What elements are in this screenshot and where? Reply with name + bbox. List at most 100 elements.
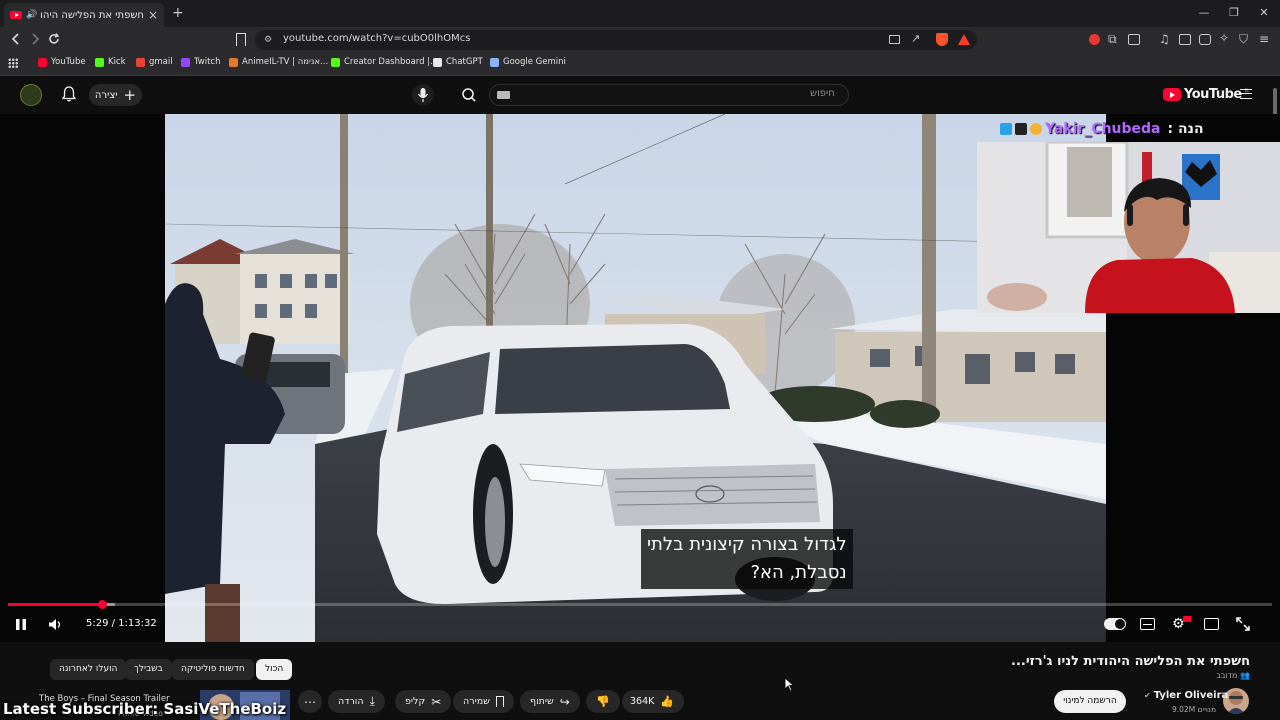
video-captions: לגדול בצורה קיצונית בלתי נסבלת, הא? [641, 529, 853, 589]
fullscreen-icon [1236, 617, 1250, 631]
clip-button[interactable]: קליפ ✂ [395, 690, 452, 713]
filter-chip-3[interactable]: הועלו לאחרונה [50, 659, 127, 680]
window-close-button[interactable]: ✕ [1254, 4, 1274, 22]
bookmark-0[interactable]: YouTube [38, 57, 86, 67]
miniplayer-button[interactable] [1204, 618, 1219, 630]
vpn-shield-icon[interactable]: ⛉ [1239, 32, 1248, 47]
gemini-icon [490, 57, 499, 67]
bookmark-label: Google Gemini [503, 57, 566, 67]
bookmark-2[interactable]: gmail [136, 57, 173, 67]
url-text[interactable]: youtube.com/watch?v=cubO0lhOMcs [283, 33, 470, 44]
fullscreen-button[interactable] [1236, 617, 1250, 631]
keyboard-icon[interactable] [497, 91, 510, 99]
filter-chip-0[interactable]: הכול [256, 659, 293, 680]
record-extension-icon[interactable] [1089, 34, 1100, 45]
new-tab-button[interactable]: + [172, 5, 184, 21]
youtube-logo-icon [1163, 88, 1181, 101]
animeil-icon [229, 57, 238, 67]
restore-button[interactable]: ❐ [1224, 4, 1244, 22]
browser-tab-strip [0, 0, 1280, 27]
filter-chip-2[interactable]: בשבילך [125, 659, 172, 680]
pause-button[interactable] [14, 618, 28, 631]
bookmark-6[interactable]: ChatGPT [433, 57, 483, 67]
menu-icon[interactable]: ≡ [1259, 32, 1269, 46]
reload-button[interactable] [47, 32, 61, 46]
bookmark-label: Kick [108, 57, 126, 67]
user-avatar[interactable] [20, 84, 42, 106]
dislike-icon: 👎 [596, 695, 610, 708]
video-frame[interactable] [165, 114, 1106, 642]
youtube-logo[interactable]: YouTube IL [1163, 87, 1249, 102]
bookmark-page-icon[interactable] [236, 33, 246, 46]
brave-rewards-icon[interactable] [958, 34, 970, 45]
youtube-icon [38, 57, 47, 67]
autoplay-knob [1115, 619, 1125, 629]
screenshot-icon[interactable] [1128, 34, 1140, 45]
bookmark-1[interactable]: Kick [95, 57, 126, 67]
apps-grid-icon[interactable] [8, 58, 18, 68]
bookmark-5[interactable]: Creator Dashboard |... [331, 57, 438, 67]
progress-scrubber-handle[interactable] [97, 600, 107, 609]
forward-arrow-icon [32, 33, 40, 45]
wallet-icon[interactable] [1199, 34, 1211, 45]
mouse-cursor-icon [784, 677, 795, 692]
caption-line-1: לגדול בצורה קיצונית בלתי [647, 534, 847, 555]
leo-ai-icon[interactable]: ✧ [1219, 31, 1229, 45]
download-icon: ⤓ [369, 694, 375, 708]
tab-close-button[interactable]: × [148, 8, 158, 22]
subtitles-button[interactable] [1140, 618, 1155, 630]
search-input[interactable]: חיפוש [810, 88, 835, 99]
subtitles-icon [1143, 624, 1152, 626]
bookmark-7[interactable]: Google Gemini [490, 57, 566, 67]
like-icon[interactable]: 👍 [660, 695, 674, 708]
tab-title: חשפתי את הפלישה היהודית [41, 9, 144, 21]
bookmark-3[interactable]: Twitch [181, 57, 221, 67]
forward-button[interactable] [28, 32, 42, 46]
volume-button[interactable] [48, 618, 64, 631]
emote-icon [1030, 123, 1042, 135]
extensions-icon[interactable]: ⧉ [1108, 32, 1117, 47]
notifications-bell-icon[interactable] [62, 86, 76, 102]
search-box[interactable] [489, 84, 849, 106]
reload-icon [49, 33, 60, 44]
back-button[interactable] [9, 32, 23, 46]
stream-latest-subscriber-overlay: Latest Subscriber: SasiVeTheBoiz [3, 700, 287, 718]
speaker-icon[interactable]: 🔊 [26, 10, 37, 20]
channel-name[interactable]: ✔ Tyler Oliveira [1144, 690, 1228, 701]
search-button[interactable] [456, 84, 482, 106]
bookmark-label: ChatGPT [446, 57, 483, 67]
minimize-button[interactable]: — [1194, 4, 1214, 22]
clip-label: קליפ [405, 696, 426, 707]
bookmark-label: Creator Dashboard |... [344, 57, 439, 67]
hd-badge [1183, 616, 1191, 622]
download-button[interactable]: הורדה ⤓ [328, 690, 385, 713]
site-info-icon[interactable]: ⚙ [264, 35, 272, 45]
filter-chip-1[interactable]: חדשות פוליטיקה [172, 659, 254, 680]
share-page-icon[interactable]: ↗ [911, 32, 920, 45]
guide-menu-icon[interactable] [1240, 89, 1252, 99]
webcam-name-overlay: Yakir_Chubeda הנה : [1000, 120, 1204, 138]
more-actions-button[interactable]: ⋯ [298, 690, 322, 713]
dubbed-text: מדובב [1216, 671, 1238, 680]
webcam-username: Yakir_Chubeda [1045, 121, 1161, 137]
create-button[interactable]: יצירה + [89, 84, 142, 106]
dislike-button[interactable]: 👎 [586, 690, 620, 713]
bookmark-4[interactable]: AnimeIL-TV | אנימה... [229, 57, 328, 67]
browser-tab-active[interactable]: 🔊 חשפתי את הפלישה היהודית × [4, 3, 164, 27]
media-controls-icon[interactable]: ♫ [1159, 32, 1170, 46]
microphone-icon [417, 88, 429, 102]
cast-icon[interactable] [889, 35, 900, 44]
sidebar-toggle-icon[interactable] [1179, 34, 1191, 45]
subscriber-count: 9.02M מנויים [1172, 705, 1217, 714]
progress-bar[interactable] [8, 603, 1272, 606]
like-count[interactable]: 364K [630, 696, 654, 707]
time-display: 5:29 / 1:13:32 [86, 618, 157, 629]
bookmark-label: Twitch [194, 57, 221, 67]
webcam-prefix: הנה : [1167, 121, 1204, 137]
autoplay-toggle[interactable] [1104, 618, 1126, 630]
brave-shield-icon[interactable] [936, 33, 948, 46]
share-button[interactable]: שיתוף ↪ [520, 690, 580, 713]
subscribe-button[interactable]: הרשמה למינוי [1054, 690, 1126, 713]
voice-search-button[interactable] [412, 84, 434, 106]
save-button[interactable]: שמירה [453, 690, 514, 713]
